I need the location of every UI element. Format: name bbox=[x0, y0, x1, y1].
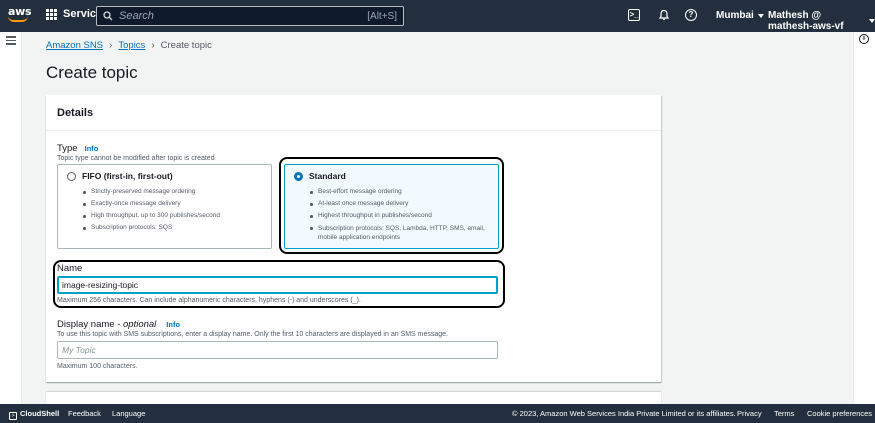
fifo-title-text: FIFO (first-in, first-out) bbox=[82, 171, 173, 181]
grid-icon bbox=[46, 8, 57, 20]
account-label: Mathesh @ mathesh-aws-vf bbox=[768, 10, 844, 32]
type-description: Topic type cannot be modified after topi… bbox=[57, 155, 215, 162]
type-label-text: Type bbox=[57, 143, 78, 154]
caret-down-icon bbox=[869, 19, 875, 23]
fifo-features-list: Strictly-preserved message ordering Exac… bbox=[82, 186, 262, 234]
search-input[interactable] bbox=[119, 10, 368, 22]
display-name-description: To use this topic with SMS subscriptions… bbox=[57, 331, 449, 338]
next-panel bbox=[46, 392, 661, 404]
aws-logo[interactable]: aws bbox=[8, 6, 34, 26]
cloudshell-link[interactable]: > CloudShell bbox=[9, 409, 59, 420]
type-label: Type Info bbox=[57, 143, 98, 154]
fifo-option-tile[interactable]: FIFO (first-in, first-out) Strictly-pres… bbox=[57, 164, 272, 249]
account-menu[interactable]: Mathesh @ mathesh-aws-vf bbox=[768, 10, 875, 32]
breadcrumb-sns[interactable]: Amazon SNS bbox=[46, 40, 103, 51]
list-item: Exactly-once message delivery bbox=[82, 198, 262, 210]
cookie-preferences-link[interactable]: Cookie preferences bbox=[807, 409, 872, 418]
cloudshell-icon[interactable]: >_ bbox=[628, 9, 640, 21]
info-icon[interactable]: i bbox=[859, 34, 869, 44]
cloudshell-icon: > bbox=[9, 412, 17, 420]
type-info-link[interactable]: Info bbox=[85, 144, 99, 153]
feedback-link[interactable]: Feedback bbox=[68, 409, 101, 418]
fifo-radio[interactable] bbox=[67, 171, 76, 181]
display-name-hint: Maximum 100 characters. bbox=[57, 363, 138, 370]
search-shortcut: [Alt+S] bbox=[367, 10, 397, 22]
footer: > CloudShell Feedback Language © 2023, Am… bbox=[0, 404, 875, 423]
chevron-right-icon: › bbox=[151, 40, 155, 51]
breadcrumb-current: Create topic bbox=[160, 40, 212, 51]
aws-logo-text: aws bbox=[8, 5, 32, 18]
search-icon bbox=[103, 11, 113, 21]
privacy-link[interactable]: Privacy bbox=[737, 409, 762, 418]
help-panel-strip bbox=[853, 32, 875, 404]
page-title: Create topic bbox=[46, 63, 138, 82]
list-item: Strictly-preserved message ordering bbox=[82, 186, 262, 198]
region-label: Mumbai bbox=[716, 10, 754, 21]
list-item: Subscription protocols: SQS bbox=[82, 222, 262, 234]
region-selector[interactable]: Mumbai bbox=[716, 10, 764, 21]
hamburger-menu-icon[interactable] bbox=[6, 34, 16, 47]
display-name-field[interactable] bbox=[57, 341, 498, 359]
side-nav-strip bbox=[0, 32, 22, 404]
terms-link[interactable]: Terms bbox=[774, 409, 794, 418]
bell-icon[interactable] bbox=[657, 9, 671, 23]
cloudshell-label: CloudShell bbox=[20, 409, 60, 418]
chevron-right-icon: › bbox=[109, 40, 113, 51]
list-item: High throughput, up to 300 publishes/sec… bbox=[82, 210, 262, 222]
highlight-box-standard bbox=[279, 157, 504, 254]
language-link[interactable]: Language bbox=[112, 409, 145, 418]
display-name-label: Display name - optional Info bbox=[57, 319, 180, 330]
highlight-box-name bbox=[53, 260, 505, 308]
top-nav: aws Services [Alt+S] >_ ? Mumbai Mathesh… bbox=[0, 0, 875, 32]
fifo-option-title: FIFO (first-in, first-out) bbox=[67, 171, 262, 181]
breadcrumb: Amazon SNS › Topics › Create topic bbox=[46, 40, 212, 51]
breadcrumb-topics[interactable]: Topics bbox=[118, 40, 145, 51]
display-name-input[interactable] bbox=[62, 345, 493, 355]
display-name-info-link[interactable]: Info bbox=[166, 320, 180, 329]
search-bar[interactable]: [Alt+S] bbox=[96, 6, 404, 26]
display-name-optional: optional bbox=[123, 319, 157, 330]
display-name-label-text: Display name - bbox=[57, 319, 123, 330]
copyright-text: © 2023, Amazon Web Services India Privat… bbox=[512, 409, 736, 418]
help-icon[interactable]: ? bbox=[685, 9, 697, 21]
details-heading: Details bbox=[46, 95, 661, 131]
caret-down-icon bbox=[757, 13, 764, 18]
